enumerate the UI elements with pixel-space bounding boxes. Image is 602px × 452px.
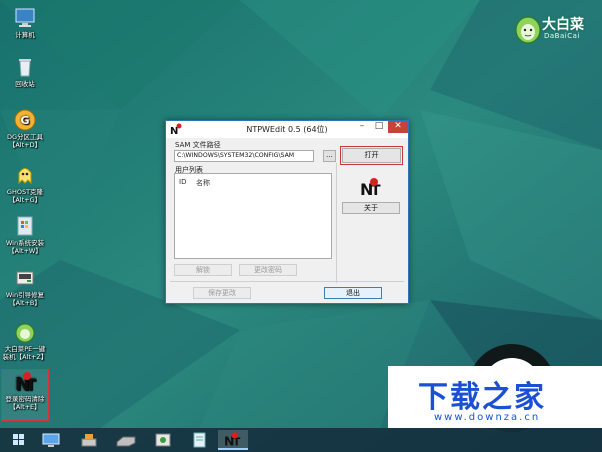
desktop-icon-label: 登录密码清除 xyxy=(5,395,45,403)
svg-text:G: G xyxy=(20,114,29,127)
open-button[interactable]: 打开 xyxy=(340,146,403,165)
watermark-url: www.downza.cn xyxy=(434,412,541,423)
unlock-button[interactable]: 解锁 xyxy=(174,264,232,276)
open-button-label: 打开 xyxy=(342,148,401,163)
ntpw-icon: N T xyxy=(15,372,36,394)
watermark-title: 下载之家 xyxy=(418,380,546,415)
settings-tool-icon[interactable] xyxy=(150,430,176,450)
vertical-divider xyxy=(336,163,337,283)
desktop-icon-hotkey: 装机【Alt+Z】 xyxy=(2,353,48,361)
exit-button[interactable]: 退出 xyxy=(324,287,382,299)
desktop-icon-win-install[interactable]: Win系统安装 【Alt+W】 xyxy=(0,214,50,255)
desktop-icon-ghost[interactable]: GHOST克隆 【Alt+G】 xyxy=(0,163,50,204)
windows-start-icon[interactable] xyxy=(6,430,32,450)
desktop-icon-password-clear[interactable]: N T 登录密码清除 【Alt+E】 xyxy=(1,369,49,421)
cabbage-logo-icon xyxy=(515,16,541,44)
brand-name: 大白菜 xyxy=(542,17,584,33)
ghost-icon xyxy=(18,168,32,185)
desktop-icon-hotkey: 【Alt+B】 xyxy=(9,299,41,307)
watermark: 下载之家 www.downza.cn xyxy=(388,366,602,428)
desktop-icon-label: DG分区工具 xyxy=(6,133,44,141)
monitor-icon[interactable] xyxy=(38,430,64,450)
close-button[interactable]: ✕ xyxy=(388,121,408,133)
horizontal-divider xyxy=(170,281,404,282)
browse-button[interactable]: ... xyxy=(323,150,336,162)
ntpwedit-taskbar-icon[interactable]: N T xyxy=(218,430,248,450)
computer-icon xyxy=(15,8,35,27)
ntpw-logo-icon: N T xyxy=(360,178,381,198)
minimize-button[interactable]: – xyxy=(354,121,370,133)
taskbar: N T xyxy=(0,428,602,452)
column-header-id[interactable]: ID xyxy=(179,178,186,186)
desktop-icon-hotkey: 【Alt+G】 xyxy=(8,196,42,204)
sam-path-label: SAM 文件路径 xyxy=(175,141,221,149)
tools-icon[interactable] xyxy=(76,430,102,450)
title-bar[interactable]: N NTPWEdit 0.5 (64位) – □ ✕ xyxy=(166,121,408,138)
desktop-icon-recycle-bin[interactable]: 回收站 xyxy=(0,55,50,88)
about-button[interactable]: 关于 xyxy=(342,202,400,214)
cabbage-icon xyxy=(15,323,35,343)
desktop-icon-hotkey: 【Alt+E】 xyxy=(9,403,41,411)
desktop-icon-label: 回收站 xyxy=(15,80,35,88)
brand-logo: 大白菜 DaBaiCai xyxy=(512,8,598,48)
desktop-icon-label: 大白菜PE一键 xyxy=(4,345,46,353)
ntpwedit-window: N NTPWEdit 0.5 (64位) – □ ✕ SAM 文件路径 C:\W… xyxy=(165,120,409,304)
desktop-icon-hotkey: 【Alt+D】 xyxy=(8,141,42,149)
user-list[interactable]: ID 名称 xyxy=(174,173,332,259)
drive-icon[interactable] xyxy=(113,430,139,450)
desktop-icon-label: Win引导修复 xyxy=(5,291,45,299)
desktop-icon-boot-repair[interactable]: Win引导修复 【Alt+B】 xyxy=(0,266,50,307)
save-changes-button[interactable]: 保存更改 xyxy=(193,287,251,299)
column-header-name[interactable]: 名称 xyxy=(196,178,210,188)
desktop-icon-computer[interactable]: 计算机 xyxy=(0,6,50,39)
desktop-icon-label: 计算机 xyxy=(15,31,35,39)
desktop-icon-label: Win系统安装 xyxy=(5,239,45,247)
maximize-button[interactable]: □ xyxy=(371,121,387,133)
sam-path-input[interactable]: C:\WINDOWS\SYSTEM32\CONFIG\SAM xyxy=(174,150,314,162)
desktop-icon-hotkey: 【Alt+W】 xyxy=(8,247,42,255)
boot-repair-icon xyxy=(16,271,34,285)
desktop-icon-dabaicai-install[interactable]: 大白菜PE一键 装机【Alt+Z】 xyxy=(0,320,50,361)
change-password-button[interactable]: 更改密码 xyxy=(239,264,297,276)
desktop-icon-label: GHOST克隆 xyxy=(6,188,44,196)
document-icon[interactable] xyxy=(186,430,212,450)
brand-subtitle: DaBaiCai xyxy=(544,32,580,40)
windows-setup-icon xyxy=(17,216,33,236)
recycle-bin-icon xyxy=(19,59,31,77)
partition-tool-icon: G xyxy=(14,109,36,131)
desktop-icon-dg-partition[interactable]: G DG分区工具 【Alt+D】 xyxy=(0,108,50,149)
